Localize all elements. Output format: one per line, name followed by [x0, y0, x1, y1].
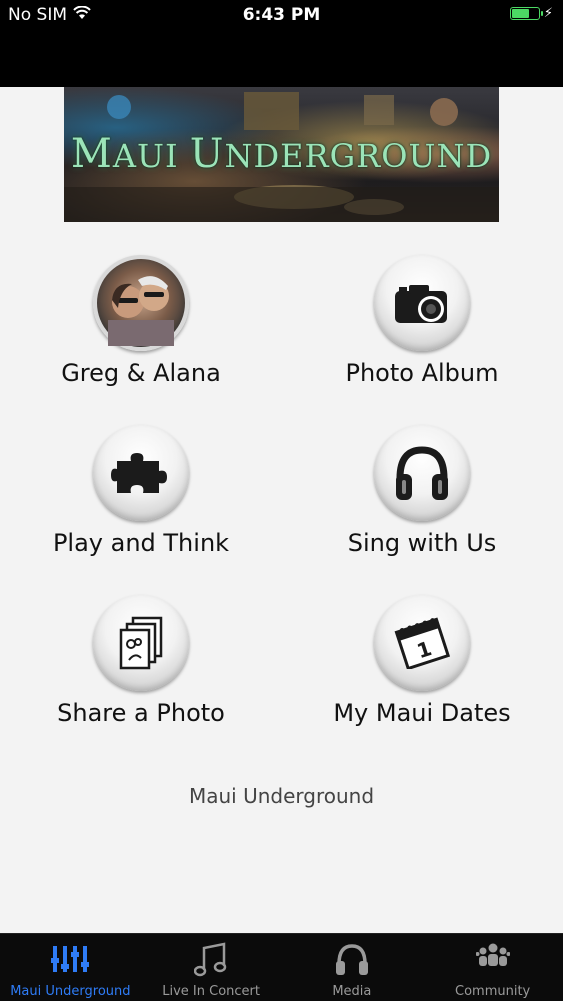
couple-photo[interactable]: [93, 255, 189, 351]
tab-label: Media: [332, 984, 372, 999]
status-bar: No SIM 6:43 PM ⚡: [0, 0, 563, 87]
menu-item-my-maui-dates[interactable]: 1 My Maui Dates: [292, 595, 552, 745]
tab-media[interactable]: Media: [282, 934, 423, 1001]
menu-item-sing-with-us[interactable]: Sing with Us: [292, 425, 552, 575]
menu-item-share-a-photo[interactable]: Share a Photo: [11, 595, 271, 745]
puzzle-icon[interactable]: [93, 425, 189, 521]
tab-label: Live In Concert: [162, 984, 260, 999]
banner-title-letter-u: U: [189, 131, 225, 177]
equalizer-icon: [51, 942, 90, 978]
tab-label: Community: [455, 984, 531, 999]
menu-label: Play and Think: [52, 529, 230, 557]
menu-item-photo-album[interactable]: Photo Album: [292, 255, 552, 405]
menu-item-play-and-think[interactable]: Play and Think: [11, 425, 271, 575]
headphones-icon: [335, 942, 369, 980]
battery-level: [511, 9, 530, 18]
clock: 6:43 PM: [242, 5, 321, 25]
calendar-icon[interactable]: 1: [374, 595, 470, 691]
banner-title-nderground: NDERGROUND: [224, 137, 493, 175]
couple-photo-art: [108, 276, 174, 346]
music-note-icon: [193, 942, 228, 982]
banner-title-letter-m: M: [70, 131, 113, 177]
banner-title-aui: AUI: [112, 137, 190, 175]
header-banner: MAUI UNDERGROUND: [64, 87, 499, 222]
menu-label: Photo Album: [345, 359, 499, 387]
menu-item-greg-alana[interactable]: Greg & Alana: [11, 255, 271, 405]
tab-live-in-concert[interactable]: Live In Concert: [141, 934, 282, 1001]
menu-label: Sing with Us: [347, 529, 497, 557]
people-icon: [475, 942, 511, 976]
footer-title: Maui Underground: [188, 784, 375, 808]
tab-maui-underground[interactable]: Maui Underground: [0, 934, 141, 1001]
photos-stack-icon[interactable]: [93, 595, 189, 691]
tab-label: Maui Underground: [10, 984, 131, 999]
charging-bolt-icon: ⚡: [543, 6, 553, 21]
menu-label: My Maui Dates: [333, 699, 511, 727]
banner-title: MAUI UNDERGROUND: [64, 131, 499, 177]
camera-icon[interactable]: [374, 255, 470, 351]
battery-area: ⚡: [509, 6, 553, 21]
tab-community[interactable]: Community: [422, 934, 563, 1001]
menu-label: Greg & Alana: [61, 359, 221, 387]
battery-icon: [509, 7, 543, 20]
tab-bar: Maui Underground Live In Concert Media C…: [0, 933, 563, 1001]
headphones-icon[interactable]: [374, 425, 470, 521]
menu-label: Share a Photo: [57, 699, 225, 727]
